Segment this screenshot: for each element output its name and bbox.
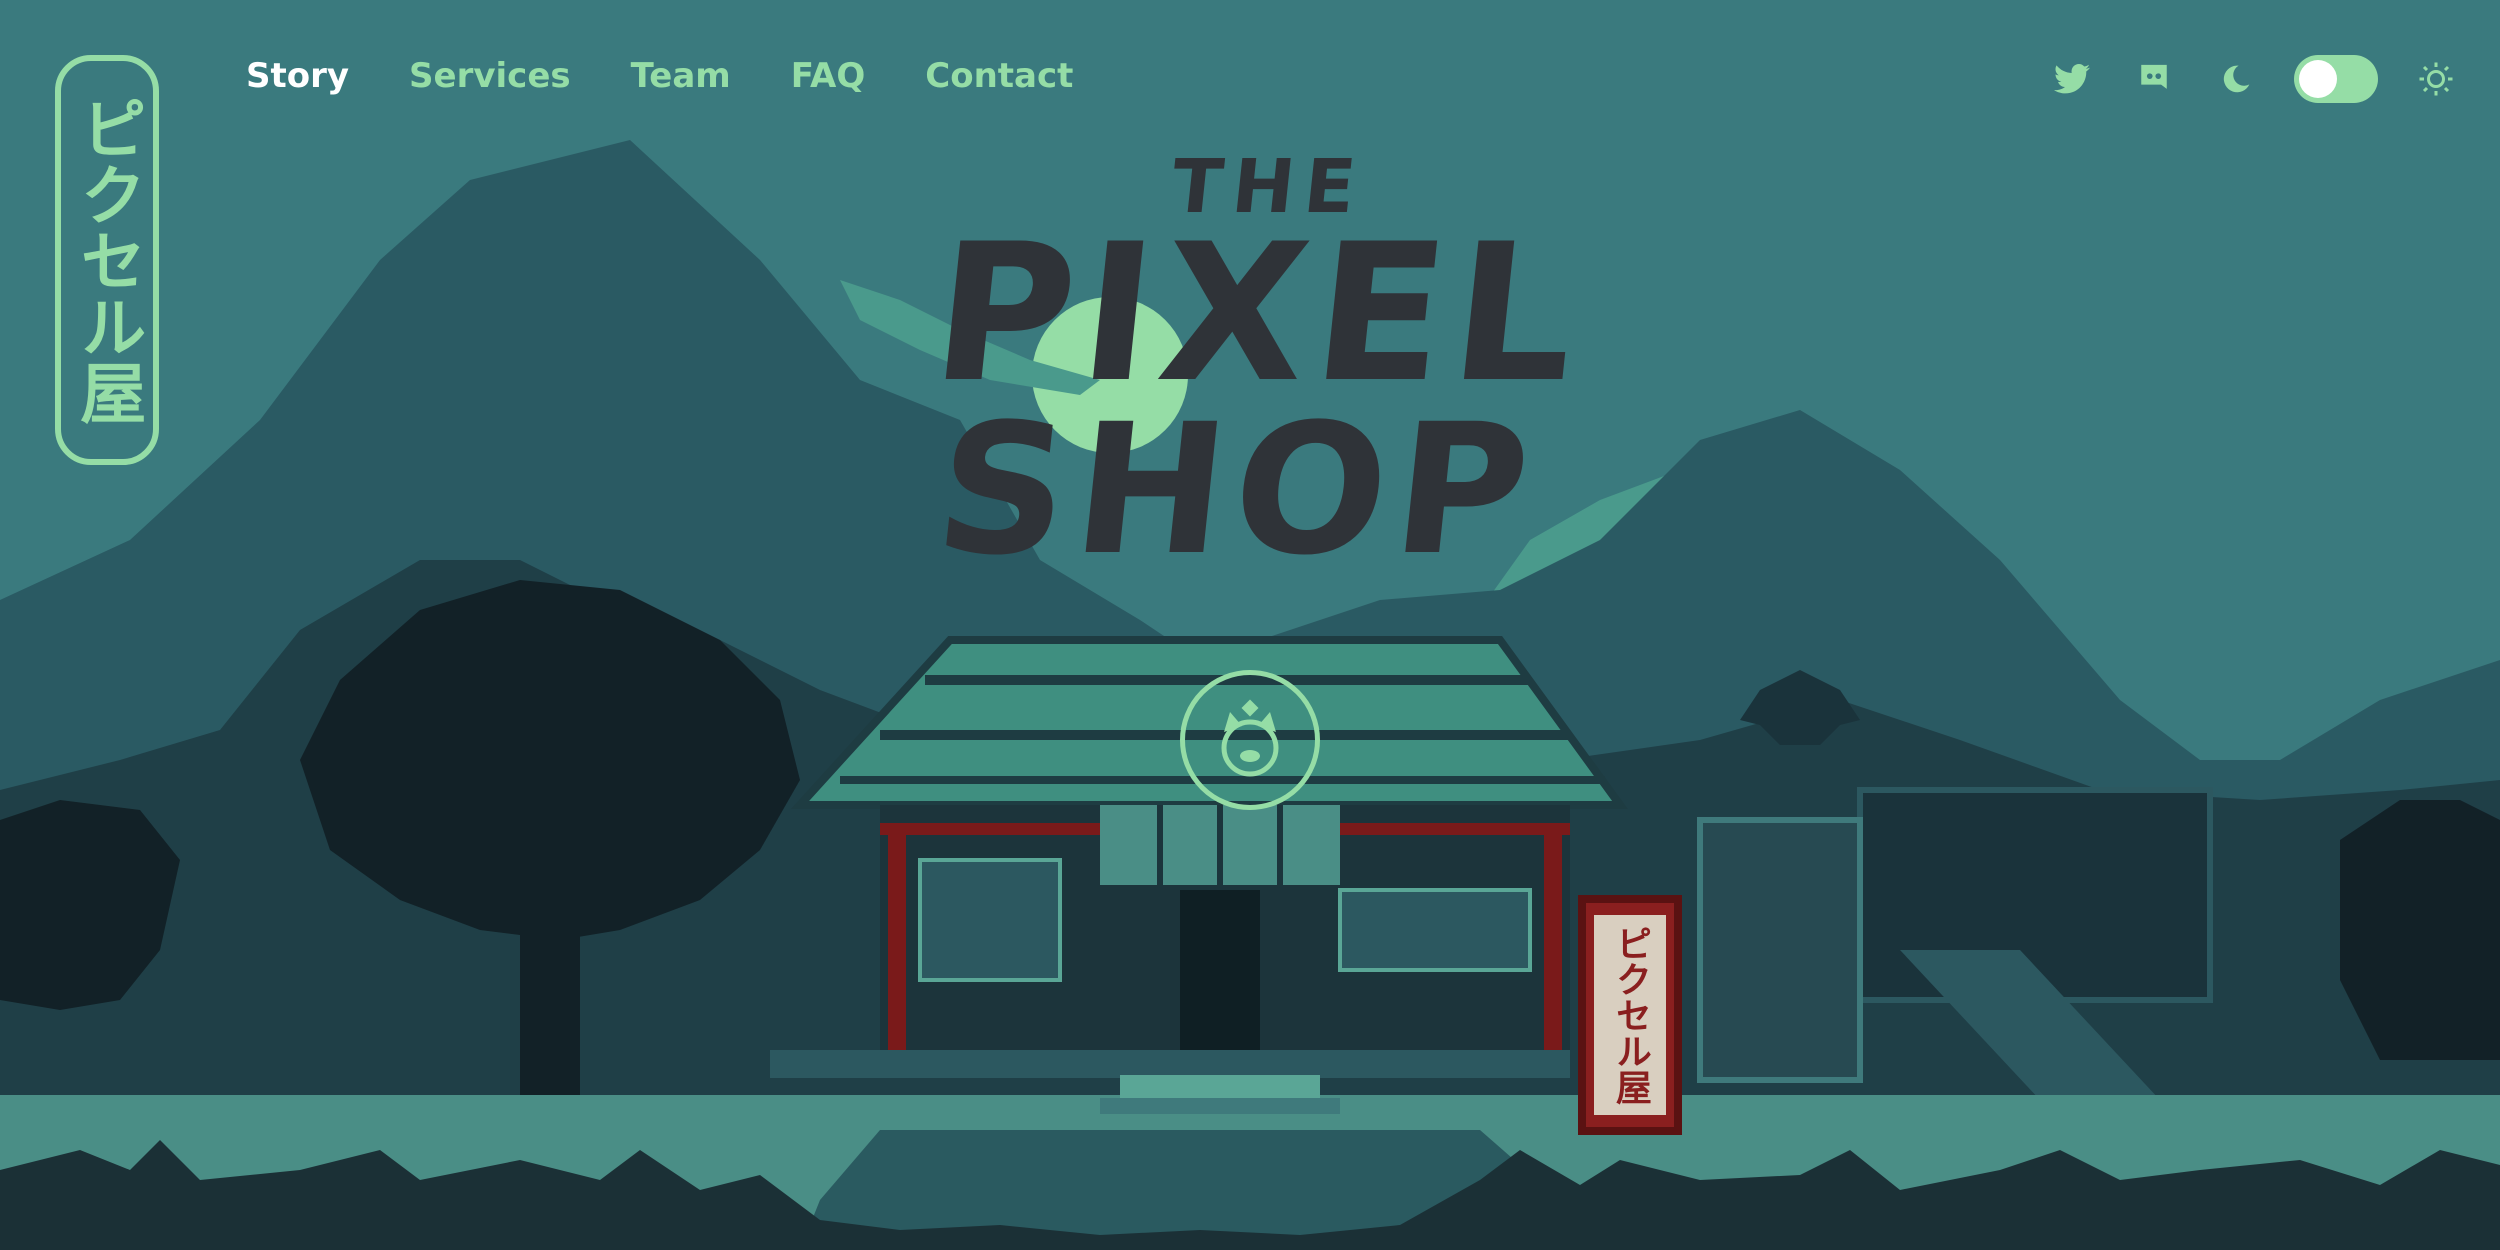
shop-emblem-icon [1180, 670, 1320, 810]
big-tree-trunk [520, 900, 580, 1100]
theme-toggle[interactable] [2294, 55, 2378, 103]
nav-link-team[interactable]: Team [631, 56, 731, 96]
moon-icon[interactable] [2212, 55, 2260, 103]
hero-title: THE PIXEL SHOP [908, 144, 1595, 595]
hero-title-line3: SHOP [927, 385, 1547, 595]
shop-sign-text: ピクセル屋 [1609, 925, 1651, 1105]
nav-link-faq[interactable]: FAQ [791, 56, 866, 96]
twitter-icon[interactable] [2048, 55, 2096, 103]
shop-sign-panel: ピクセル屋 [1591, 912, 1669, 1118]
header-controls [2048, 55, 2460, 103]
theme-toggle-knob [2299, 60, 2337, 98]
nav-link-services[interactable]: Services [409, 56, 571, 96]
right-trees [2340, 800, 2500, 1060]
nav-link-contact[interactable]: Contact [925, 56, 1073, 96]
sun-icon[interactable] [2412, 55, 2460, 103]
hero-title-line2: PIXEL [923, 203, 1595, 424]
discord-icon[interactable] [2130, 55, 2178, 103]
main-nav: Story Services Team FAQ Contact [246, 56, 1073, 96]
water-wheel [1697, 817, 1863, 1083]
brand-logo-badge[interactable]: ピクセル屋 [55, 55, 159, 465]
shop-sign: ピクセル屋 [1578, 895, 1682, 1135]
brand-logo-text: ピクセル屋 [69, 95, 147, 425]
nav-link-story[interactable]: Story [246, 56, 349, 96]
